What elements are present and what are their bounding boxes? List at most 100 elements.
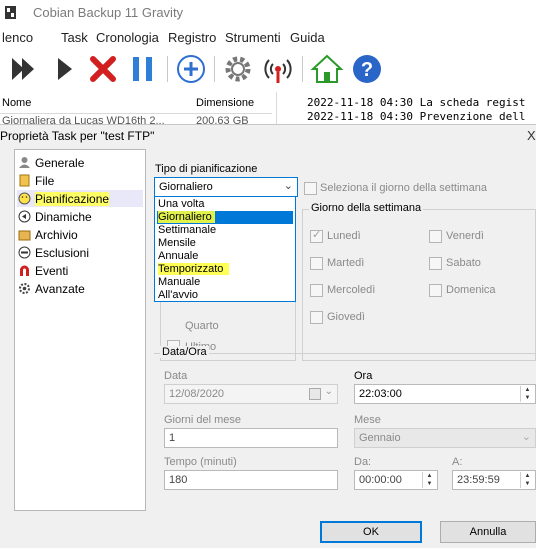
datetime-group-title: Data/Ora — [160, 346, 209, 358]
from-label: Da: — [354, 456, 372, 468]
weekday-monday-checkbox[interactable] — [310, 228, 323, 243]
select-weekday-label: Seleziona il giorno della settimana — [320, 182, 487, 194]
menu-history[interactable]: Cronologia — [96, 30, 159, 45]
dropdown-option-monthly[interactable]: Mensile — [157, 237, 293, 250]
sidebar-item-general[interactable]: Generale — [17, 154, 143, 171]
dialog-title: Proprietà Task per "test FTP" — [0, 129, 155, 143]
from-time-input[interactable]: 00:00:00 ▲ ▼ — [354, 470, 438, 490]
toolbar-divider — [214, 56, 215, 82]
toolbar: ? — [0, 48, 536, 90]
sidebar-item-events[interactable]: Eventi — [17, 262, 143, 279]
weekday-group: Giorno della settimana Lunedì Martedì Me… — [302, 202, 536, 361]
day-of-month-value: 1 — [169, 432, 176, 444]
time-label: Ora — [354, 370, 373, 382]
ok-button[interactable]: OK — [320, 521, 422, 543]
menu-help[interactable]: Guida — [290, 30, 325, 45]
app-logo-icon — [4, 5, 18, 19]
timer-value: 180 — [169, 474, 188, 486]
sidebar-item-label: Archivio — [35, 227, 78, 242]
properties-sidebar: Generale File Pianificazione Dinamiche A… — [14, 149, 146, 511]
dropdown-option-weekly[interactable]: Settimanale — [157, 224, 293, 237]
to-time-spinner[interactable]: ▲ ▼ — [520, 472, 534, 488]
settings-gear-icon[interactable] — [221, 52, 255, 86]
antenna-icon[interactable] — [261, 52, 295, 86]
weekday-friday-checkbox[interactable] — [429, 230, 442, 243]
dropdown-option-label: Temporizzato — [158, 263, 230, 275]
exclusion-icon — [17, 246, 31, 260]
menu-tools[interactable]: Strumenti — [225, 30, 281, 45]
svg-text:?: ? — [361, 59, 373, 81]
dropdown-option-startup[interactable]: All'avvio — [157, 289, 293, 302]
timer-input[interactable]: 180 — [164, 470, 338, 490]
month-select[interactable]: Gennaio ⌄ — [354, 428, 536, 448]
toolbar-divider — [302, 56, 303, 82]
help-icon[interactable]: ? — [350, 52, 384, 86]
add-task-icon[interactable] — [174, 52, 208, 86]
select-weekday-checkbox[interactable] — [304, 182, 317, 195]
close-icon[interactable]: X — [527, 128, 536, 143]
sidebar-item-file[interactable]: File — [17, 172, 143, 189]
sidebar-item-schedule[interactable]: Pianificazione — [17, 190, 143, 207]
to-time-input[interactable]: 23:59:59 ▲ ▼ — [452, 470, 536, 490]
sidebar-item-advanced[interactable]: Avanzate — [17, 280, 143, 297]
weekday-saturday-checkbox[interactable] — [429, 257, 442, 270]
sidebar-item-dynamics[interactable]: Dinamiche — [17, 208, 143, 225]
dropdown-option-once[interactable]: Una volta — [157, 198, 293, 211]
quarter-label: Quarto — [185, 320, 219, 332]
weekday-tuesday-checkbox[interactable] — [310, 257, 323, 270]
column-size[interactable]: Dimensione — [196, 97, 254, 109]
time-spinner[interactable]: ▲ ▼ — [520, 386, 534, 402]
schedule-type-select[interactable]: Giornaliero ⌄ — [154, 177, 298, 197]
log-line: 2022-11-18 04:30 Prevenzione dell — [307, 110, 526, 123]
title-bar: Cobian Backup 11 Gravity — [0, 0, 536, 26]
weekday-group-title: Giorno della settimana — [309, 202, 424, 214]
menu-list[interactable]: lenco — [2, 30, 33, 45]
log-line: 2022-11-18 04:30 La scheda regist — [307, 96, 526, 109]
magnet-icon — [17, 264, 31, 278]
column-name[interactable]: Nome — [2, 97, 31, 109]
time-input[interactable]: 22:03:00 ▲ ▼ — [354, 384, 536, 404]
sidebar-item-label: File — [35, 173, 55, 188]
dropdown-option-manual[interactable]: Manuale — [157, 276, 293, 289]
weekday-wednesday-label: Mercoledì — [327, 284, 376, 296]
run-all-icon[interactable] — [8, 52, 42, 86]
schedule-type-dropdown: Una volta Giornaliero Settimanale Mensil… — [154, 196, 296, 302]
month-label: Mese — [354, 414, 381, 426]
delete-icon[interactable] — [86, 52, 120, 86]
weekday-sunday-checkbox[interactable] — [429, 284, 442, 297]
app-title: Cobian Backup 11 Gravity — [33, 5, 184, 20]
run-icon[interactable] — [48, 52, 82, 86]
timer-label: Tempo (minuti) — [164, 456, 237, 468]
date-value: 12/08/2020 — [169, 388, 225, 400]
sidebar-item-label: Pianificazione — [35, 191, 110, 206]
home-icon[interactable] — [310, 52, 344, 86]
cancel-button[interactable]: Annulla — [440, 521, 536, 543]
smiley-icon — [17, 192, 31, 206]
dropdown-option-daily[interactable]: Giornaliero — [157, 211, 293, 224]
sidebar-item-label: Esclusioni — [35, 245, 90, 260]
dropdown-option-timed[interactable]: Temporizzato — [157, 263, 293, 276]
task-properties-dialog: Proprietà Task per "test FTP" X Generale… — [0, 124, 536, 548]
dropdown-option-yearly[interactable]: Annuale — [157, 250, 293, 263]
weekday-tuesday-label: Martedì — [327, 257, 365, 269]
date-label: Data — [164, 370, 188, 382]
from-time-spinner[interactable]: ▲ ▼ — [422, 472, 436, 488]
date-picker[interactable]: 12/08/2020 ⌄ — [164, 384, 338, 404]
sidebar-item-exclusions[interactable]: Esclusioni — [17, 244, 143, 261]
sidebar-item-archive[interactable]: Archivio — [17, 226, 143, 243]
calendar-icon — [309, 388, 321, 400]
menu-log[interactable]: Registro — [168, 30, 216, 45]
weekday-friday-label: Venerdì — [446, 230, 484, 242]
datetime-group: Data/Ora Data 12/08/2020 ⌄ Ora 22:03:00 … — [154, 346, 536, 509]
weekday-thursday-checkbox[interactable] — [310, 311, 323, 324]
menu-bar: lenco Task Cronologia Registro Strumenti… — [0, 26, 536, 48]
weekday-saturday-label: Sabato — [446, 257, 481, 269]
day-of-month-input[interactable]: 1 — [164, 428, 338, 448]
sidebar-item-label: Eventi — [35, 263, 69, 278]
log-pane: 2022-11-18 04:30 La scheda regist 2022-1… — [276, 92, 536, 128]
pause-icon[interactable] — [126, 52, 160, 86]
menu-task[interactable]: Task — [61, 30, 88, 45]
dropdown-option-label: Giornaliero — [158, 211, 215, 223]
gear-icon — [17, 282, 31, 296]
weekday-wednesday-checkbox[interactable] — [310, 284, 323, 297]
